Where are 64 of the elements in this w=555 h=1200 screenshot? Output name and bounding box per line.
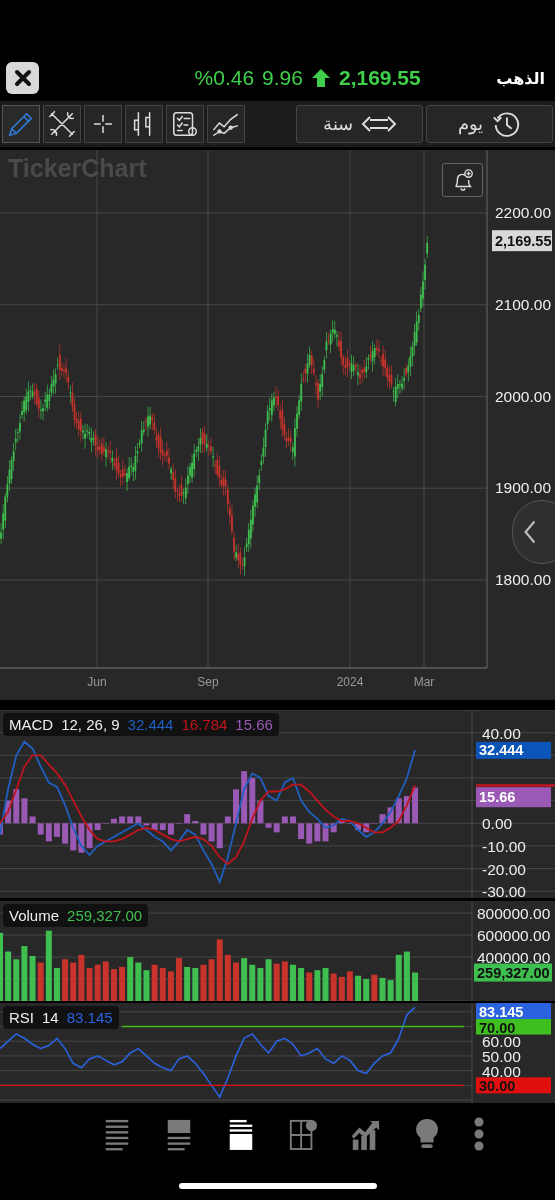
value-badge: 15.66 — [476, 787, 551, 808]
level-badge: 30.00 — [476, 1077, 551, 1095]
studies-button[interactable] — [207, 105, 245, 143]
price-change: 9.96 — [262, 66, 303, 90]
axis-label: 40.00 — [482, 724, 521, 742]
collapse-handle[interactable] — [512, 500, 555, 564]
indicator-value: 16.784 — [181, 716, 228, 733]
more-icon — [473, 1117, 484, 1151]
histogram-bar — [0, 823, 3, 835]
axis-label: Sep — [197, 675, 219, 689]
axis-label: 1900.00 — [495, 479, 552, 497]
history-icon — [491, 109, 521, 139]
axis-label: 600000.00 — [477, 927, 551, 945]
histogram-bar — [233, 789, 239, 824]
draw-tool-button[interactable] — [2, 105, 40, 143]
tools-button[interactable] — [43, 105, 81, 143]
axis-label: 2200.00 — [495, 204, 552, 221]
histogram-bar — [412, 787, 419, 824]
close-icon — [12, 68, 33, 88]
axis-label: Mar — [413, 675, 435, 689]
close-button[interactable] — [6, 62, 39, 94]
axis-label: 2100.00 — [495, 295, 552, 313]
volume-bar — [0, 932, 3, 1001]
last-price-badge: 2,169.55 — [492, 230, 552, 252]
axis-label: 2024 — [336, 675, 364, 689]
cabinet-gear-icon — [287, 1117, 318, 1151]
axis-label: 0.00 — [482, 815, 513, 833]
layout-settings-button[interactable] — [287, 1117, 318, 1151]
axis-label: -20.00 — [482, 860, 526, 878]
indicators-button[interactable] — [166, 105, 204, 143]
indicator-params: 14 — [42, 1009, 59, 1026]
more-button[interactable] — [473, 1117, 484, 1151]
value-badge: 32.444 — [476, 741, 551, 759]
volume-bar — [412, 972, 419, 1001]
indicator-params: 12, 26, 9 — [61, 716, 120, 733]
indicator-value: 83.145 — [66, 1009, 113, 1026]
double-arrow-icon — [360, 114, 397, 134]
axis-label: Jun — [87, 675, 107, 689]
percent-change: %0.46 — [194, 66, 255, 90]
value-badge: 83.145 — [476, 1003, 551, 1020]
add-alert-button[interactable] — [442, 163, 483, 197]
axis-label: 1800.00 — [495, 571, 552, 588]
indicator-value: 32.444 — [127, 716, 174, 733]
indicator-name: RSI — [9, 1009, 34, 1026]
indicator-name: Volume — [9, 907, 60, 924]
range-selector[interactable]: سنة — [296, 105, 423, 143]
last-price: 2,169.55 — [338, 66, 421, 90]
axis-label: 40.00 — [482, 1062, 521, 1080]
volume-bar — [233, 962, 239, 1001]
indicator-value: 259,327.00 — [67, 907, 143, 924]
axis-label: 800000.00 — [477, 905, 551, 923]
wrench-screwdriver-icon — [47, 109, 77, 139]
crosshair-button[interactable] — [84, 105, 122, 143]
indicator-value: 15.66 — [235, 716, 273, 733]
checklist-gear-icon — [170, 109, 200, 139]
axis-label: -10.00 — [482, 837, 526, 855]
indicator-name: MACD — [9, 716, 54, 733]
chevron-left-icon — [523, 519, 537, 545]
chart-type-button[interactable] — [125, 105, 163, 143]
axis-label: -30.00 — [482, 883, 526, 898]
value-badge: 259,327.00 — [474, 963, 552, 982]
instrument-title: الذهب — [496, 68, 545, 88]
interval-selector[interactable]: يوم — [426, 105, 553, 143]
axis-label: 2000.00 — [495, 387, 552, 405]
